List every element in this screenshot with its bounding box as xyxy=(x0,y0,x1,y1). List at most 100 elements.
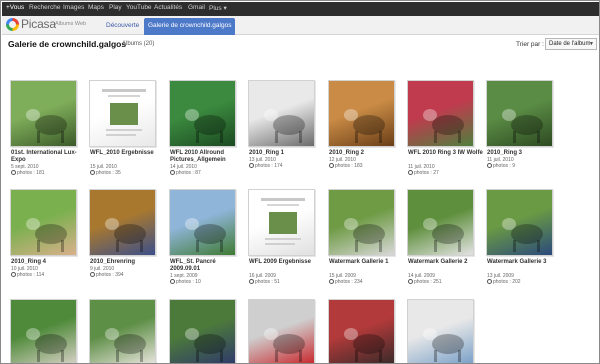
photo-subject-icon xyxy=(26,109,67,143)
album-thumbnail[interactable] xyxy=(10,189,77,256)
photos-word: photos xyxy=(335,163,351,169)
tab-decouverte[interactable]: Découverte xyxy=(102,18,143,35)
album-photo-count: photos : 27 xyxy=(408,170,439,176)
album-card[interactable]: 2010_Ring 4 10 juil. 2010 photos : 114 xyxy=(10,189,82,289)
album-photo-count: photos : 87 xyxy=(170,170,201,176)
gbar-item[interactable]: Gmail xyxy=(188,4,205,11)
album-photo-count: photos : 202 xyxy=(487,279,521,285)
photo-count-value: 181 xyxy=(36,170,45,176)
picasa-logo-text[interactable]: Picasa xyxy=(21,17,56,31)
album-thumbnail[interactable] xyxy=(10,80,77,147)
gbar-item[interactable]: Images xyxy=(63,4,84,11)
sort-select[interactable]: Date de l'album ▼ xyxy=(545,38,597,50)
globe-icon xyxy=(11,170,16,175)
picasa-logo-subtitle: Albums Web xyxy=(55,21,87,27)
globe-icon xyxy=(408,279,413,284)
album-photo-count: photos : 183 xyxy=(329,163,363,169)
album-card[interactable]: WFL_2010 Ergebnisse 15 juil. 2010 photos :… xyxy=(89,80,161,180)
album-thumbnail[interactable] xyxy=(248,299,315,363)
album-card[interactable]: 2010_Ring 1 13 juil. 2010 photos : 174 xyxy=(248,80,320,180)
album-title[interactable]: 2010_Ring 3 xyxy=(487,150,563,157)
gbar-item[interactable]: Actualités xyxy=(154,4,182,11)
album-title[interactable]: 01st. International Lux-Expo xyxy=(11,150,87,164)
google-bar: +Vous Recherche Images Maps Play YouTube Actua… xyxy=(2,2,599,16)
album-card[interactable]: 2010_Ring 2 12 juil. 2010 photos : 183 xyxy=(328,80,400,180)
album-card[interactable]: Watermark Gallerie 3 13 juil. 2009 photos … xyxy=(486,189,558,289)
album-title[interactable]: WFL_St. Pancré 2009.09.01 xyxy=(170,259,246,273)
gbar-item[interactable]: Recherche xyxy=(29,4,60,11)
photos-word: photos xyxy=(255,163,271,169)
album-thumbnail[interactable] xyxy=(248,189,315,256)
album-thumbnail[interactable] xyxy=(89,80,156,147)
photo-subject-icon xyxy=(264,109,305,143)
album-thumbnail[interactable] xyxy=(328,189,395,256)
album-thumbnail[interactable] xyxy=(407,189,474,256)
gbar-item[interactable]: Play xyxy=(109,4,122,11)
globe-icon xyxy=(249,163,254,168)
album-card[interactable] xyxy=(10,299,82,363)
album-title[interactable]: WFL 2009 Ergebnisse xyxy=(249,259,325,266)
photo-subject-icon xyxy=(423,218,464,252)
album-title[interactable]: 2010_Ring 4 xyxy=(11,259,87,266)
album-card[interactable] xyxy=(89,299,161,363)
photo-subject-icon xyxy=(185,328,226,362)
album-thumbnail[interactable] xyxy=(169,299,236,363)
album-card[interactable]: WFL 2010 Ring 3 IW Wolfe 11 juil. 2010 pho… xyxy=(407,80,483,180)
album-card[interactable] xyxy=(248,299,320,363)
album-photo-count: photos : 181 xyxy=(11,170,45,176)
photo-count-value: 114 xyxy=(36,272,45,278)
tab-galerie[interactable]: Galerie de crownchild.galgos xyxy=(144,18,236,35)
gbar-item[interactable]: YouTube xyxy=(126,4,152,11)
album-thumbnail[interactable] xyxy=(407,80,474,147)
album-thumbnail[interactable] xyxy=(89,189,156,256)
album-thumbnail[interactable] xyxy=(89,299,156,363)
album-title[interactable]: Watermark Gallerie 3 xyxy=(487,259,563,266)
gbar-item[interactable]: Maps xyxy=(88,4,104,11)
album-title[interactable]: WFL 2010 Allround Pictures_Allgemein xyxy=(170,150,246,164)
album-card[interactable]: 2010_Ehrenring 9 juil. 2010 photos : 394 xyxy=(89,189,161,289)
globe-icon xyxy=(329,279,334,284)
album-photo-count: photos : 234 xyxy=(329,279,363,285)
album-title[interactable]: 2010_Ring 1 xyxy=(249,150,325,157)
album-title[interactable]: WFL 2010 Ring 3 IW Wolfe xyxy=(408,150,484,157)
album-thumbnail[interactable] xyxy=(486,189,553,256)
album-thumbnail[interactable] xyxy=(407,299,474,363)
photo-subject-icon xyxy=(185,218,226,252)
album-thumbnail[interactable] xyxy=(328,80,395,147)
album-title[interactable]: 2010_Ehrenring xyxy=(90,259,166,266)
sort-select-value: Date de l'album xyxy=(549,41,591,47)
gbar-item[interactable]: +Vous xyxy=(6,4,24,11)
album-thumbnail[interactable] xyxy=(169,80,236,147)
album-title[interactable]: Watermark Gallerie 2 xyxy=(408,259,484,266)
album-card[interactable]: 2010_Ring 3 11 juil. 2010 photos : 9 xyxy=(486,80,558,180)
album-card[interactable] xyxy=(328,299,400,363)
album-photo-count: photos : 251 xyxy=(408,279,442,285)
album-card[interactable] xyxy=(169,299,241,363)
photo-count-value: 202 xyxy=(512,279,521,285)
album-thumbnail[interactable] xyxy=(169,189,236,256)
album-card[interactable] xyxy=(407,299,479,363)
album-photo-count: photos : 114 xyxy=(11,272,44,278)
album-photo-count: photos : 51 xyxy=(249,279,280,285)
document-preview-icon xyxy=(261,198,305,245)
album-title[interactable]: WFL_2010 Ergebnisse xyxy=(90,150,166,157)
album-card[interactable]: WFL_St. Pancré 2009.09.01 1 sept. 2009 pho… xyxy=(169,189,241,289)
album-card[interactable]: Watermark Gallerie 1 15 juil. 2009 photos … xyxy=(328,189,400,289)
album-card[interactable]: Watermark Gallerie 2 14 juil. 2009 photos … xyxy=(407,189,479,289)
photo-subject-icon xyxy=(344,109,385,143)
album-thumbnail[interactable] xyxy=(248,80,315,147)
album-title[interactable]: Watermark Gallerie 1 xyxy=(329,259,405,266)
gbar-item[interactable]: Plus ▾ xyxy=(209,4,227,12)
album-card[interactable]: WFL 2010 Allround Pictures_Allgemein 14 j… xyxy=(169,80,241,180)
album-thumbnail[interactable] xyxy=(328,299,395,363)
album-thumbnail[interactable] xyxy=(10,299,77,363)
album-card[interactable]: WFL 2009 Ergebnisse 16 juil. 2009 photos :… xyxy=(248,189,320,289)
picasa-logo-icon[interactable] xyxy=(6,18,19,31)
album-title[interactable]: 2010_Ring 2 xyxy=(329,150,405,157)
album-card[interactable]: 01st. International Lux-Expo 5 sept. 2010… xyxy=(10,80,82,180)
photo-count-value: 174 xyxy=(274,163,283,169)
photos-word: photos xyxy=(176,170,192,176)
photo-count-value: 35 xyxy=(115,170,121,176)
album-thumbnail[interactable] xyxy=(486,80,553,147)
photos-word: photos xyxy=(414,279,430,285)
